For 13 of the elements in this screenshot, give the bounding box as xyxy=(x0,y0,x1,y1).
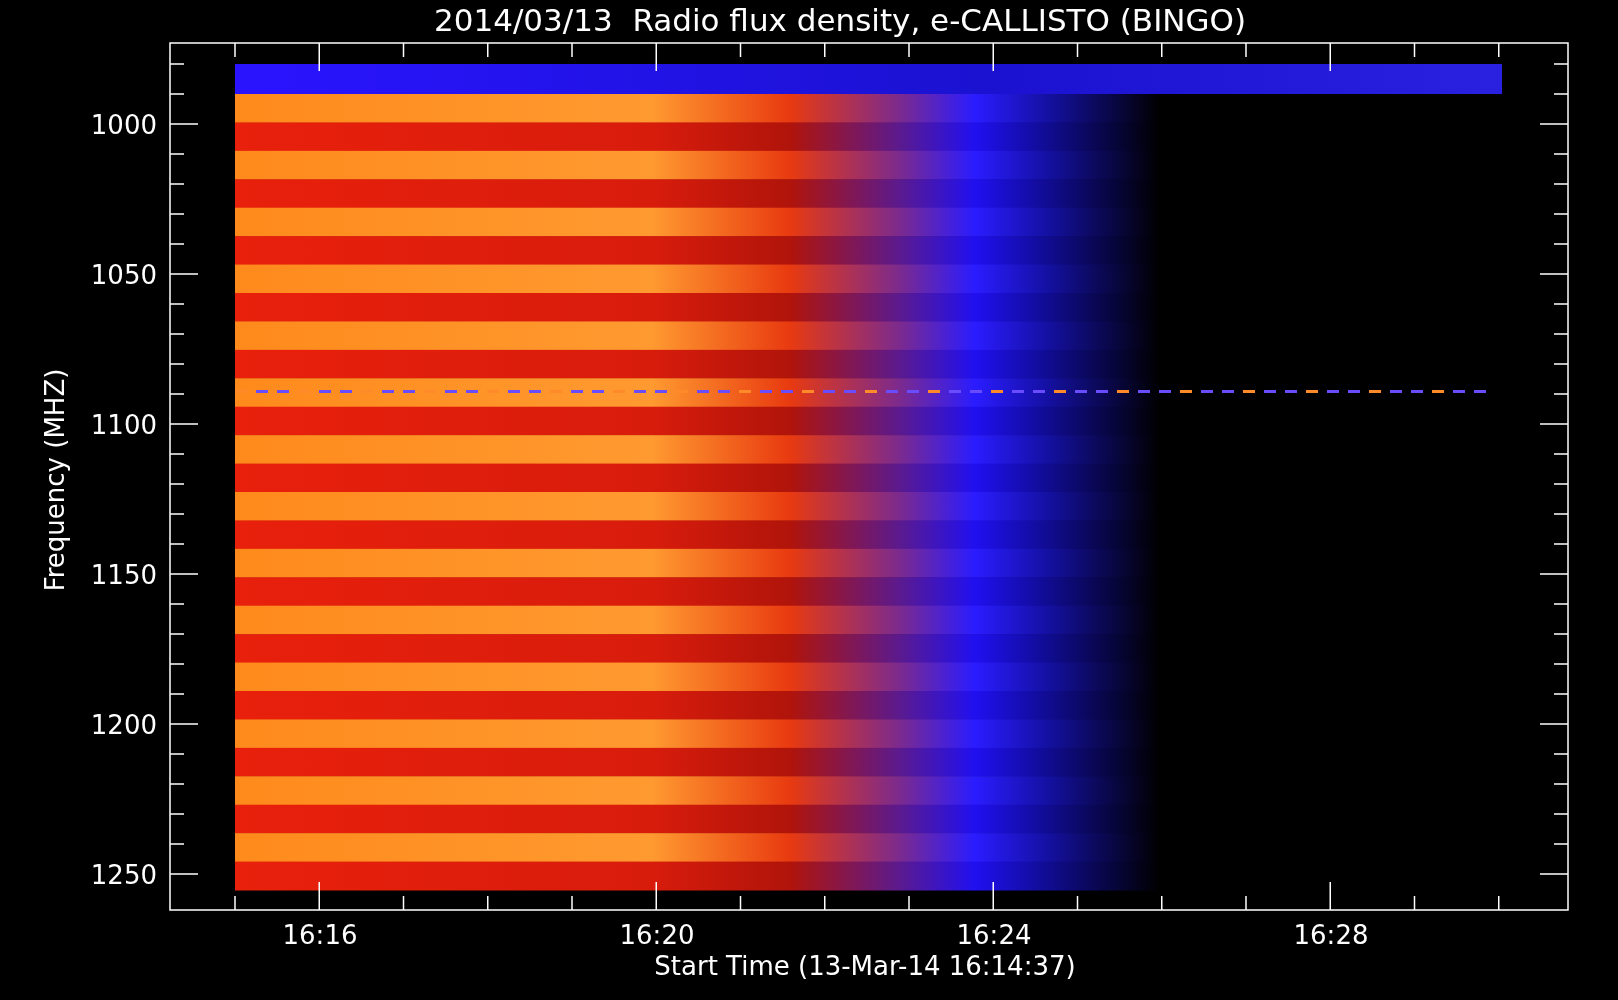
tick-label: 1150 xyxy=(90,560,157,590)
tick-label: 16:24 xyxy=(956,920,1032,950)
axis-label: Start Time (13-Mar-14 16:14:37) xyxy=(654,951,1076,981)
tick-label: 1000 xyxy=(90,110,157,140)
tick-label: 1200 xyxy=(90,710,157,740)
tick-label: 16:20 xyxy=(619,920,695,950)
tick-label: 16:28 xyxy=(1293,920,1369,950)
chart-title: 2014/03/13 Radio flux density, e-CALLISTO (BINGO) xyxy=(434,2,1246,38)
tick-label: 1250 xyxy=(90,860,157,890)
tick-label: 16:16 xyxy=(282,920,358,950)
tick-label: 1100 xyxy=(90,410,157,440)
axis-label: Frequency (MHZ) xyxy=(40,368,70,592)
tick-label: 1050 xyxy=(90,260,157,290)
